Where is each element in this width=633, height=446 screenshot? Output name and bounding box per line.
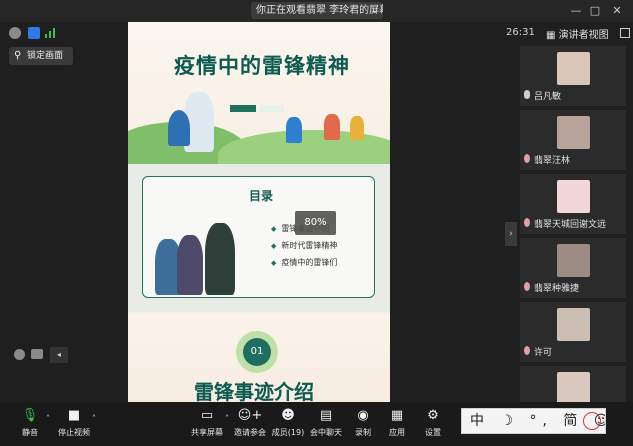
signal-icon bbox=[45, 28, 57, 38]
volunteer-figure bbox=[205, 223, 235, 295]
participant-tile[interactable] bbox=[520, 366, 626, 405]
section-title: 雷锋事迹介绍 bbox=[194, 380, 314, 402]
apps-label: 应用 bbox=[389, 428, 405, 437]
stop-video-label: 停止视频 bbox=[58, 428, 90, 437]
participant-name: 翡翠天城回谢文远 bbox=[534, 220, 607, 230]
participants-panel: 吕凡敏 翡翠汪林 翡翠天城回谢文远 翡翠种雅捷 许可 bbox=[520, 44, 626, 405]
share-screen-button[interactable]: ▭ 共享屏幕 bbox=[187, 408, 227, 438]
title-bar: 你正在观看翡翠 李玲君的屏幕 ⌄ — □ ✕ bbox=[0, 0, 633, 22]
toc-item: ◆ 新时代雷锋精神 bbox=[271, 241, 338, 250]
zoom-level-badge: 80% bbox=[295, 211, 336, 235]
avatar bbox=[557, 180, 590, 213]
view-mode-button[interactable]: ▦ 演讲者视图 bbox=[546, 26, 609, 41]
settings-icon: ⚙ bbox=[427, 408, 439, 423]
child-figure bbox=[324, 114, 340, 140]
participant-tile[interactable]: 吕凡敏 bbox=[520, 46, 626, 106]
chevron-up-icon[interactable]: ˄ bbox=[92, 414, 96, 423]
lock-screen-label: 锁定画面 bbox=[27, 51, 64, 61]
apps-button[interactable]: ▦ 应用 bbox=[377, 408, 417, 438]
invite-label: 邀请参会 bbox=[234, 428, 266, 437]
chevron-down-icon[interactable]: ⌄ bbox=[371, 2, 379, 19]
maximize-button[interactable]: □ bbox=[587, 3, 603, 19]
child-figure bbox=[350, 116, 364, 140]
user-icon bbox=[524, 154, 530, 163]
slide-title: 疫情中的雷锋精神 bbox=[174, 54, 350, 78]
user-icon bbox=[524, 218, 530, 227]
microphone-icon: 🎙 bbox=[21, 408, 39, 423]
share-screen-label: 共享屏幕 bbox=[191, 428, 223, 437]
section-number: 01 bbox=[243, 338, 271, 366]
apps-icon: ▦ bbox=[390, 408, 404, 423]
participant-name: 吕凡敏 bbox=[534, 92, 562, 102]
slide-thumbnail-3[interactable]: 01 雷锋事迹介绍 bbox=[128, 314, 390, 402]
chevron-up-icon[interactable]: ˄ bbox=[225, 414, 229, 423]
chevron-up-icon[interactable]: ˄ bbox=[46, 414, 50, 423]
child-figure bbox=[286, 117, 302, 143]
shared-screen: 疫情中的雷锋精神 目录 ◆雷锋事迹介绍 ◆新时代雷锋精神 ◆疫情中的雷锋们 80… bbox=[128, 22, 390, 402]
avatar bbox=[557, 116, 590, 149]
chat-bubble-icon[interactable] bbox=[31, 349, 43, 359]
toc-title: 目录 bbox=[249, 189, 274, 203]
chat-icon: ▤ bbox=[319, 408, 333, 423]
slide-date-bar bbox=[260, 105, 284, 112]
participant-name: 翡翠种雅捷 bbox=[534, 284, 580, 294]
emoji-icon[interactable] bbox=[14, 349, 25, 360]
participant-tile[interactable]: 许可 bbox=[520, 302, 626, 362]
participant-tile[interactable]: 翡翠汪林 bbox=[520, 110, 626, 170]
chat-label: 会中聊天 bbox=[310, 428, 342, 437]
user-icon bbox=[524, 282, 530, 291]
mute-label: 静音 bbox=[22, 428, 38, 437]
grid-icon: ▦ bbox=[546, 30, 559, 41]
avatar bbox=[557, 52, 590, 85]
shield-figure bbox=[168, 110, 190, 146]
person-figure bbox=[177, 235, 203, 295]
minimize-button[interactable]: — bbox=[568, 3, 584, 19]
toc-item: ◆ 疫情中的雷锋们 bbox=[271, 258, 338, 267]
ime-settings-icon[interactable] bbox=[583, 412, 601, 430]
members-label: 成员(19) bbox=[271, 428, 305, 437]
participant-name: 许可 bbox=[534, 348, 553, 358]
user-icon bbox=[524, 346, 530, 355]
close-button[interactable]: ✕ bbox=[609, 3, 625, 19]
sharing-banner[interactable]: 你正在观看翡翠 李玲君的屏幕 ⌄ bbox=[251, 2, 383, 19]
slide-subtitle-bar bbox=[230, 105, 256, 112]
shield-icon[interactable] bbox=[28, 27, 40, 39]
camera-icon: ■ bbox=[67, 408, 81, 423]
collapse-left-icon[interactable]: ◂ bbox=[50, 347, 68, 363]
share-screen-icon: ▭ bbox=[200, 408, 214, 423]
info-icon[interactable] bbox=[9, 27, 21, 39]
participant-name: 翡翠汪林 bbox=[534, 156, 571, 166]
pin-icon: ⚲ bbox=[14, 50, 22, 61]
invite-button[interactable]: ☺+ 邀请参会 bbox=[230, 408, 270, 438]
participant-tile[interactable]: 翡翠种雅捷 bbox=[520, 238, 626, 298]
toc-card: 目录 ◆雷锋事迹介绍 ◆新时代雷锋精神 ◆疫情中的雷锋们 bbox=[142, 176, 375, 298]
members-button[interactable]: ☻ 成员(19) bbox=[268, 408, 308, 438]
avatar bbox=[557, 372, 590, 405]
slide-thumbnail-1[interactable]: 疫情中的雷锋精神 bbox=[128, 22, 390, 182]
participant-tile[interactable]: 翡翠天城回谢文远 bbox=[520, 174, 626, 234]
slide-thumbnail-2[interactable]: 目录 ◆雷锋事迹介绍 ◆新时代雷锋精神 ◆疫情中的雷锋们 80% bbox=[128, 164, 390, 312]
ime-toolbar[interactable]: 中 ☽ °, 简 ☺ bbox=[461, 408, 606, 434]
section-number-circle: 01 bbox=[236, 331, 278, 373]
avatar bbox=[557, 244, 590, 277]
fullscreen-icon[interactable] bbox=[620, 28, 630, 38]
add-user-icon: ☺+ bbox=[237, 408, 263, 423]
record-label: 录制 bbox=[355, 428, 371, 437]
avatar bbox=[557, 308, 590, 341]
chat-button[interactable]: ▤ 会中聊天 bbox=[306, 408, 346, 438]
users-icon: ☻ bbox=[281, 408, 295, 423]
panel-toggle-icon[interactable]: › bbox=[505, 222, 517, 246]
sharing-text: 你正在观看翡翠 李玲君的屏幕 bbox=[256, 5, 383, 16]
meeting-timer: 26:31 bbox=[506, 27, 535, 38]
lock-screen-button[interactable]: ⚲ 锁定画面 bbox=[9, 47, 73, 65]
settings-button[interactable]: ⚙ 设置 bbox=[413, 408, 453, 438]
stop-video-button[interactable]: ■ 停止视频 bbox=[54, 408, 94, 438]
view-mode-label: 演讲者视图 bbox=[558, 30, 609, 41]
mute-button[interactable]: 🎙 静音 bbox=[10, 408, 50, 438]
settings-label: 设置 bbox=[425, 428, 441, 437]
mic-icon bbox=[524, 90, 530, 99]
